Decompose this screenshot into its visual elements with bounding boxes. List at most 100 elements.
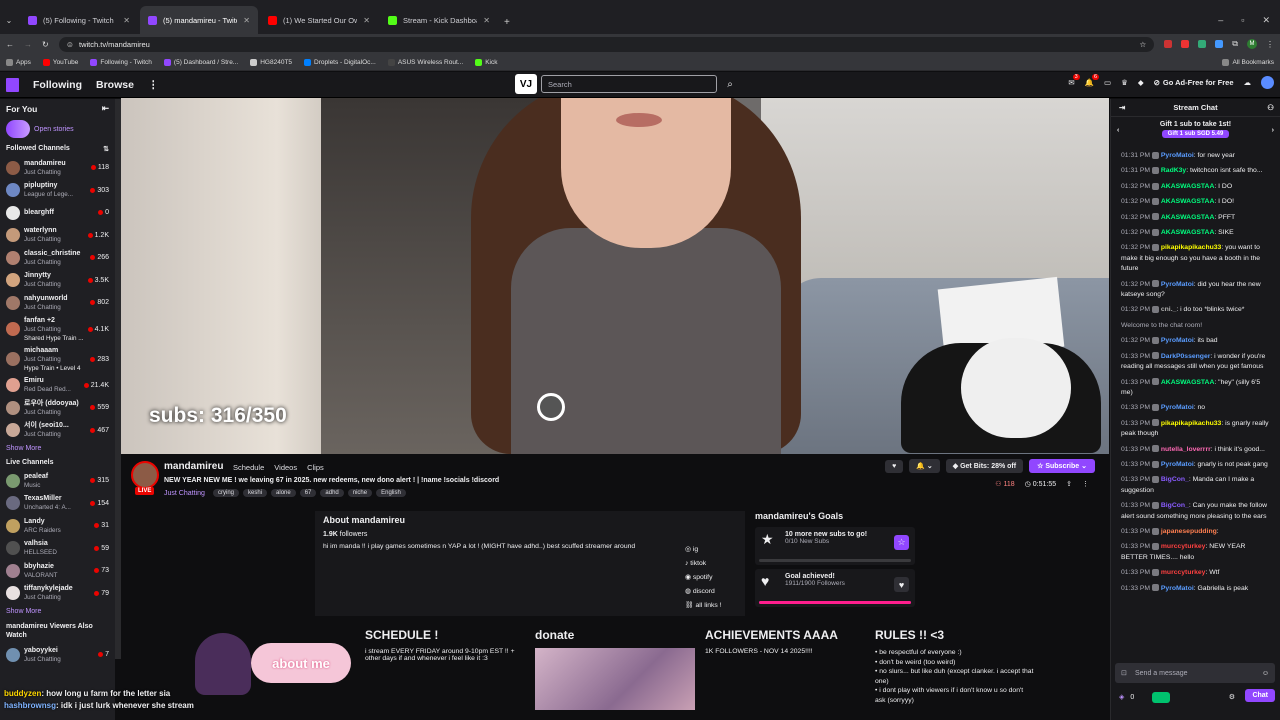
social-link-ig[interactable]: ◎ ig (685, 543, 722, 557)
sidebar-channel-item[interactable]: Jinnytty Just Chatting 3.5K (0, 269, 115, 292)
extension-icon[interactable] (1181, 40, 1190, 48)
bookmark-star-icon[interactable]: ☆ (1140, 40, 1147, 49)
sidebar-channel-item[interactable]: pealeaf Music 315 (0, 470, 115, 493)
bookmark-asus[interactable]: ASUS Wireless Rout... (387, 58, 463, 66)
sidebar-channel-item[interactable]: blearghff 0 (0, 202, 115, 225)
social-link-discord[interactable]: ◍ discord (685, 585, 722, 599)
collapse-chat-icon[interactable]: ⇥ (1119, 103, 1125, 112)
stream-tag[interactable]: niche (347, 489, 373, 497)
chat-input[interactable]: ⊡ Send a message ☺ (1115, 663, 1275, 683)
get-bits-button[interactable]: ◆ Get Bits: 28% off (945, 459, 1024, 473)
sidebar-channel-item[interactable]: 로우아 (ddooyaa) Just Chatting 559 (0, 397, 115, 420)
gift-sub-button[interactable]: Gift 1 sub SGD 5.49 (1161, 130, 1230, 138)
stream-tag[interactable]: 67 (299, 489, 317, 497)
message-username[interactable]: BigCon_ (1161, 476, 1189, 483)
browser-menu-icon[interactable]: ⋮ (1266, 40, 1274, 49)
message-username[interactable]: AKASWAGSTAA (1161, 198, 1215, 205)
message-username[interactable]: BigCon_ (1161, 502, 1189, 509)
message-username[interactable]: PyroMatoi (1161, 281, 1194, 288)
extension-icon[interactable] (1215, 40, 1224, 48)
notifications-icon[interactable]: 🔔 6 (1085, 74, 1100, 87)
stream-tag[interactable]: adhd (320, 489, 344, 497)
bookmark-apps[interactable]: Apps (6, 58, 31, 66)
whispers-icon[interactable]: ▭ (1104, 78, 1111, 87)
follow-heart-button[interactable]: ♥ (885, 459, 904, 473)
message-username[interactable]: pikapikapikachu33 (1161, 420, 1221, 427)
next-icon[interactable]: › (1272, 127, 1274, 134)
message-username[interactable]: PyroMatoi (1161, 404, 1194, 411)
channel-name[interactable]: mandamireu (164, 461, 223, 472)
message-username[interactable]: cni._ (1161, 306, 1177, 313)
new-tab-icon[interactable]: + (498, 17, 516, 34)
reload-icon[interactable]: ↻ (42, 40, 49, 49)
cloud-icon[interactable]: ☁ (1244, 78, 1252, 87)
nav-browse[interactable]: Browse (96, 79, 134, 91)
stream-tag[interactable]: alone (271, 489, 296, 497)
message-username[interactable]: nutella_loverrrr (1161, 446, 1211, 453)
sidebar-channel-item[interactable]: tiffanykylejade Just Chatting 79 (0, 582, 115, 605)
message-username[interactable]: RadK3y (1161, 167, 1186, 174)
show-more-followed[interactable]: Show More (0, 442, 115, 455)
sidebar-channel-item[interactable]: yaboyykei Just Chatting 7 (0, 644, 115, 667)
bookmark-hg8240t5[interactable]: HG8240T5 (250, 58, 292, 66)
nav-following[interactable]: Following (33, 79, 82, 91)
message-username[interactable]: PyroMatoi (1161, 585, 1194, 592)
go-ad-free-button[interactable]: ⊘ Go Ad-Free for Free (1154, 78, 1234, 87)
message-username[interactable]: PyroMatoi (1161, 461, 1194, 468)
close-window-icon[interactable]: ✕ (1262, 15, 1270, 26)
more-menu-icon[interactable]: ⋮ (148, 79, 159, 91)
minimize-icon[interactable]: – (1218, 15, 1223, 26)
browser-tab-following[interactable]: (5) Following - Twitch ✕ (20, 6, 138, 34)
video-player[interactable]: subs: 316/350 (121, 98, 1109, 454)
message-username[interactable]: PyroMatoi (1161, 152, 1194, 159)
stream-tag[interactable]: crying (213, 489, 240, 497)
bookmark-youtube[interactable]: YouTube (42, 58, 78, 66)
sidebar-channel-item[interactable]: Landy ARC Raiders 31 (0, 515, 115, 538)
open-stories[interactable]: Open stories (0, 118, 115, 141)
subscribe-button[interactable]: ☆ Subscribe ⌄ (1029, 459, 1095, 473)
profile-avatar-icon[interactable]: M (1247, 39, 1257, 49)
back-icon[interactable]: ← (6, 40, 14, 49)
search-input[interactable]: Search (541, 75, 717, 93)
sidebar-channel-item[interactable]: pipluptiny League of Lege... 303 (0, 179, 115, 202)
social-link-tiktok[interactable]: ♪ tiktok (685, 557, 722, 571)
notifications-bell-button[interactable]: 🔔 ⌄ (909, 459, 940, 473)
user-avatar[interactable] (1261, 76, 1274, 89)
browser-tab-youtube[interactable]: (1) We Started Our Own Food T ✕ (260, 6, 378, 34)
twitch-logo-icon[interactable] (6, 77, 19, 92)
stream-tag[interactable]: keshi (243, 489, 268, 497)
message-username[interactable]: AKASWAGSTAA (1161, 379, 1215, 386)
browser-tab-kick[interactable]: Stream - Kick Dashboard ✕ (380, 6, 498, 34)
sidebar-channel-item[interactable]: mandamireu Just Chatting 118 (0, 157, 115, 180)
sort-icon[interactable]: ⇅ (103, 145, 109, 153)
social-link-all[interactable]: ⛓ all links ! (685, 599, 722, 613)
search-icon[interactable]: ⌕ (721, 75, 739, 93)
message-username[interactable]: PyroMatoi (1161, 337, 1194, 344)
message-username[interactable]: AKASWAGSTAA (1161, 214, 1215, 221)
message-username[interactable]: murccyturkey (1161, 543, 1206, 550)
sidebar-channel-item[interactable]: TexasMiller Uncharted 4: A... 154 (0, 492, 115, 515)
extension-icon[interactable] (1198, 40, 1207, 48)
community-icon[interactable]: ⚇ (1267, 103, 1274, 112)
message-username[interactable]: AKASWAGSTAA (1161, 229, 1215, 236)
sidebar-channel-item[interactable]: valhsia HELLSEED 59 (0, 537, 115, 560)
sidebar-channel-item[interactable]: nahyunworld Just Chatting 802 (0, 292, 115, 315)
message-username[interactable]: japanesepudding (1161, 528, 1217, 535)
channel-tab-schedule[interactable]: Schedule (233, 463, 264, 472)
sidebar-channel-item[interactable]: bbyhazie VALORANT 73 (0, 560, 115, 583)
inbox-icon[interactable]: ✉ 3 (1068, 74, 1080, 87)
sidebar-channel-item[interactable]: waterlynn Just Chatting 1.2K (0, 224, 115, 247)
browser-tab-mandamireu[interactable]: (5) mandamireu - Twitch ✕ (140, 6, 258, 34)
bookmark-dashboard[interactable]: (5) Dashboard / Stre... (163, 58, 238, 66)
prime-crown-icon[interactable]: ♛ (1121, 78, 1128, 87)
prev-icon[interactable]: ‹ (1117, 127, 1119, 134)
emote-picker-icon[interactable]: ☺ (1262, 670, 1269, 677)
channel-avatar[interactable] (131, 461, 159, 489)
share-icon[interactable]: ⇪ (1066, 480, 1072, 488)
chat-settings-gear-icon[interactable]: ⚙ (1229, 693, 1235, 701)
channel-tab-videos[interactable]: Videos (274, 463, 297, 472)
show-more-live[interactable]: Show More (0, 605, 115, 618)
donate-image[interactable] (535, 648, 695, 710)
message-username[interactable]: murccyturkey (1161, 569, 1206, 576)
follow-heart-button[interactable]: ♥ (894, 577, 909, 592)
